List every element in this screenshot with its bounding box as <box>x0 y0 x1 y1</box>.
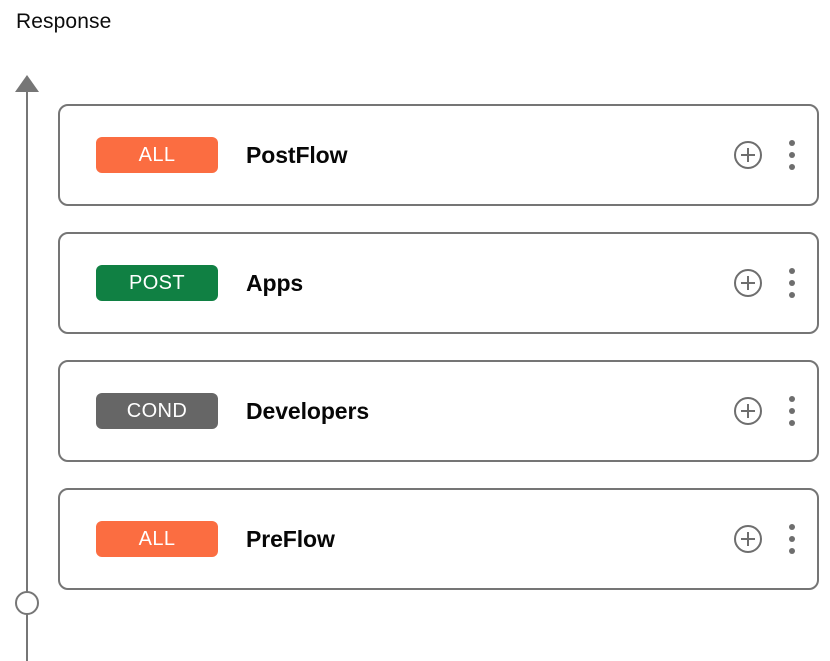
flow-step-list: ALL PostFlow POST Apps COND Developers ALL PreF… <box>58 104 819 590</box>
flow-step-label: Developers <box>246 397 370 424</box>
flow-step-card[interactable]: POST Apps <box>58 232 819 334</box>
kebab-menu-icon[interactable] <box>789 524 795 554</box>
flow-step-actions <box>733 524 795 554</box>
flow-step-actions <box>733 396 795 426</box>
plus-circle-icon[interactable] <box>733 524 763 554</box>
plus-circle-icon[interactable] <box>733 268 763 298</box>
kebab-menu-icon[interactable] <box>789 140 795 170</box>
kebab-menu-icon[interactable] <box>789 396 795 426</box>
flow-step-label: PreFlow <box>246 525 335 552</box>
flow-step-badge: COND <box>96 393 218 429</box>
flow-step-label: Apps <box>246 269 304 296</box>
flow-step-badge: ALL <box>96 137 218 173</box>
flow-rail <box>0 70 56 661</box>
rail-line <box>26 88 28 661</box>
flow-step-card[interactable]: COND Developers <box>58 360 819 462</box>
plus-circle-icon[interactable] <box>733 140 763 170</box>
flow-step-actions <box>733 268 795 298</box>
circle-endpoint-icon <box>15 591 39 615</box>
kebab-menu-icon[interactable] <box>789 268 795 298</box>
flow-step-badge: POST <box>96 265 218 301</box>
flow-step-card[interactable]: ALL PostFlow <box>58 104 819 206</box>
response-flow-panel: Response ALL PostFlow POST Apps COND Develope… <box>0 0 830 661</box>
flow-step-label: PostFlow <box>246 141 348 168</box>
flow-step-actions <box>733 140 795 170</box>
page-title: Response <box>16 10 112 33</box>
flow-step-badge: ALL <box>96 521 218 557</box>
flow-step-card[interactable]: ALL PreFlow <box>58 488 819 590</box>
plus-circle-icon[interactable] <box>733 396 763 426</box>
